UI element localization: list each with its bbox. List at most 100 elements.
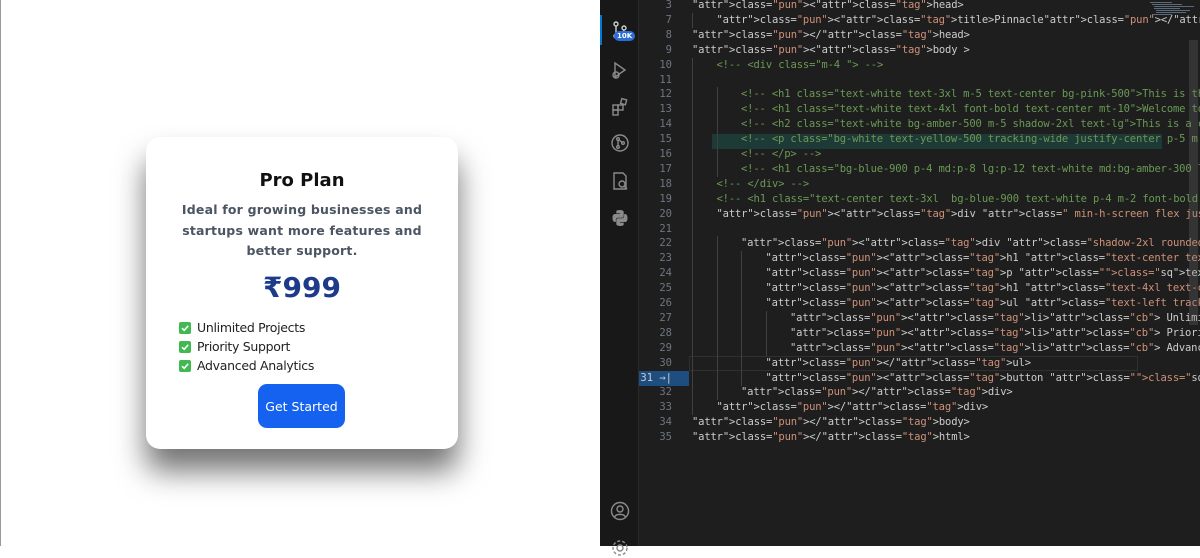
line-number: 30 [639, 356, 672, 371]
list-item: Advanced Analytics [179, 356, 314, 375]
card-price: ₹999 [146, 271, 458, 304]
code-line: "attr">class="pun"><"attr">class="tag">l… [790, 311, 1200, 326]
line-number: 27 [639, 311, 672, 326]
code-line: "attr">class="pun"><"attr">class="tag">p… [766, 266, 1200, 281]
check-icon [179, 322, 191, 334]
feature-label: Advanced Analytics [197, 358, 314, 373]
indent-guide [692, 281, 693, 296]
code-line: "attr">class="pun"></"attr">class="tag">… [692, 28, 970, 43]
code-area[interactable]: "attr">class="pun"><"attr">class="tag">h… [689, 0, 1200, 546]
code-line: <!-- <h2 class="text-white bg-amber-500 … [741, 117, 1200, 132]
code-line: <!-- <h1 class="bg-blue-900 p-4 md:p-8 l… [741, 162, 1200, 177]
code-line: "attr">class="pun"><"attr">class="tag">h… [692, 0, 964, 13]
code-line: "attr">class="pun"><"attr">class="tag">h… [766, 251, 1200, 266]
extensions-icon[interactable] [609, 96, 630, 117]
remote-explorer-icon[interactable] [609, 170, 630, 191]
account-icon[interactable] [609, 500, 630, 521]
indent-guide [692, 326, 693, 341]
line-number: 31 →| [639, 371, 672, 386]
indent-guide [741, 281, 742, 296]
indent-guide [741, 311, 742, 326]
line-number: 33 [639, 400, 672, 415]
scrollbar-thumb[interactable] [1189, 40, 1198, 325]
line-number: 8 [639, 28, 672, 43]
indent-guide [717, 87, 718, 102]
feature-label: Priority Support [197, 339, 290, 354]
indent-guide [766, 311, 767, 326]
indent-guide [741, 326, 742, 341]
line-number: 26 [639, 296, 672, 311]
code-line: <!-- </p> --> [741, 147, 821, 162]
indent-guide [692, 147, 693, 162]
code-line: "attr">class="pun"><"attr">class="tag">l… [790, 341, 1200, 356]
indent-guide [692, 207, 693, 222]
line-number: 34 [639, 415, 672, 430]
code-line: "attr">class="pun"><"attr">class="tag">h… [766, 281, 1200, 296]
active-indicator [600, 15, 602, 45]
indent-guide [717, 251, 718, 266]
indent-guide [741, 341, 742, 356]
indent-guide [741, 296, 742, 311]
indent-guide [741, 251, 742, 266]
line-number: 10 [639, 58, 672, 73]
indent-guide [692, 266, 693, 281]
code-line: "attr">class="pun"><"attr">class="tag">d… [717, 207, 1200, 222]
line-number: 16 [639, 147, 672, 162]
python-icon[interactable] [609, 207, 630, 228]
feature-label: Unlimited Projects [197, 320, 305, 335]
indent-guide [741, 266, 742, 281]
line-number: 29 [639, 341, 672, 356]
indent-guide [692, 132, 693, 147]
activity-bar: 10K [600, 0, 639, 546]
code-line: "attr">class="pun"></"attr">class="tag">… [692, 430, 970, 445]
line-number: 35 [639, 430, 672, 445]
indent-guide [692, 102, 693, 117]
indent-guide [717, 371, 718, 386]
line-number: 3 [639, 0, 672, 13]
code-line: "attr">class="pun"><"attr">class="tag">u… [766, 296, 1200, 311]
code-line: "attr">class="pun"></"attr">class="tag">… [717, 400, 989, 415]
indent-guide [692, 162, 693, 177]
run-debug-icon[interactable] [609, 59, 630, 80]
indent-guide [717, 162, 718, 177]
indent-guide [692, 296, 693, 311]
line-number: 17 [639, 162, 672, 177]
line-number: 21 [639, 222, 672, 237]
code-line: <!-- <h1 class="text-white text-4xl font… [741, 102, 1200, 117]
indent-guide [692, 192, 693, 207]
line-number: 20 [639, 207, 672, 222]
indent-guide [717, 326, 718, 341]
line-number: 23 [639, 251, 672, 266]
manage-gear-icon[interactable] [609, 537, 630, 558]
feature-list: Unlimited Projects Priority Support Adva… [179, 318, 314, 375]
line-number: 18 [639, 177, 672, 192]
code-line: <!-- <div class="m-4 "> --> [717, 58, 884, 73]
indent-guide [692, 371, 693, 386]
indent-guide [692, 58, 693, 73]
browser-preview: Pro Plan Ideal for growing businesses an… [0, 0, 600, 546]
code-line: "attr">class="pun"><"attr">class="tag">d… [741, 236, 1200, 251]
indent-guide [692, 341, 693, 356]
code-line: "attr">class="pun"><"attr">class="tag">b… [692, 43, 970, 58]
indent-guide [717, 266, 718, 281]
git-graph-icon[interactable] [609, 132, 630, 153]
indent-guide [717, 356, 718, 371]
line-number: 11 [639, 73, 672, 88]
card-title: Pro Plan [146, 170, 458, 191]
indent-guide [692, 73, 693, 88]
get-started-button[interactable]: Get Started [258, 384, 345, 428]
indent-guide [717, 385, 718, 400]
indent-guide [692, 251, 693, 266]
indent-guide [692, 236, 693, 251]
line-number: 9 [639, 43, 672, 58]
line-number: 28 [639, 326, 672, 341]
indent-guide [717, 117, 718, 132]
indent-guide [692, 87, 693, 102]
list-item: Unlimited Projects [179, 318, 314, 337]
code-line: <!-- </div> --> [717, 177, 810, 192]
check-icon [179, 360, 191, 372]
code-line: "attr">class="pun"></"attr">class="tag">… [692, 415, 970, 430]
indent-guide [741, 356, 742, 371]
line-number: 19 [639, 192, 672, 207]
code-line: <!-- <h1 class="text-white text-3xl m-5 … [741, 87, 1200, 102]
